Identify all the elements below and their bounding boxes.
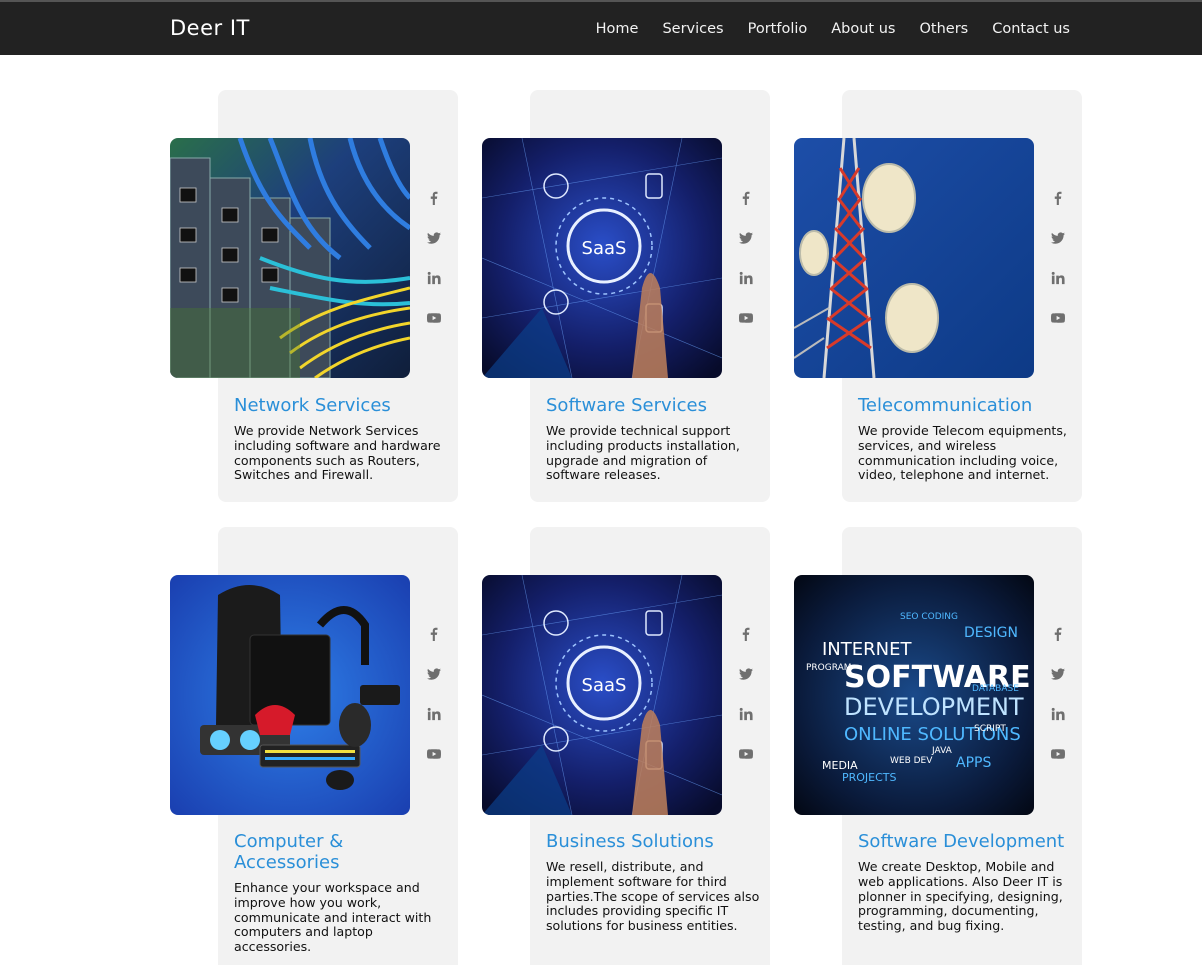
youtube-icon[interactable] bbox=[738, 746, 754, 762]
social-links bbox=[736, 626, 756, 786]
nav-others[interactable]: Others bbox=[919, 21, 968, 37]
nav-services[interactable]: Services bbox=[662, 21, 723, 37]
nav-contact-us[interactable]: Contact us bbox=[992, 21, 1070, 37]
twitter-icon[interactable] bbox=[738, 230, 754, 246]
card-title: Business Solutions bbox=[546, 831, 714, 852]
card-description: We provide Network Services including so… bbox=[234, 423, 441, 483]
facebook-icon[interactable] bbox=[738, 190, 754, 206]
social-links bbox=[1048, 626, 1068, 786]
twitter-icon[interactable] bbox=[426, 230, 442, 246]
card-description: We provide technical support including p… bbox=[546, 423, 740, 483]
linkedin-icon[interactable] bbox=[738, 270, 754, 286]
linkedin-icon[interactable] bbox=[426, 270, 442, 286]
nav-about-us[interactable]: About us bbox=[831, 21, 895, 37]
youtube-icon[interactable] bbox=[1050, 310, 1066, 326]
word-internet: INTERNET bbox=[822, 639, 912, 660]
card-title: Telecommunication bbox=[858, 395, 1033, 416]
card-title: Network Services bbox=[234, 395, 391, 416]
word-projects: PROJECTS bbox=[842, 771, 897, 784]
facebook-icon[interactable] bbox=[738, 626, 754, 642]
linkedin-icon[interactable] bbox=[1050, 706, 1066, 722]
word-database: DATABASE bbox=[972, 684, 1019, 694]
card-title: Software Development bbox=[858, 831, 1065, 852]
social-links bbox=[424, 190, 444, 350]
word-development: DEVELOPMENT bbox=[844, 693, 1024, 721]
youtube-icon[interactable] bbox=[426, 310, 442, 326]
card-description: We provide Telecom equipments, services,… bbox=[858, 423, 1067, 483]
software-services-image: SaaS bbox=[482, 138, 722, 378]
saas-label: SaaS bbox=[582, 675, 627, 696]
navbar: Deer IT Home Services Portfolio About us… bbox=[0, 0, 1202, 55]
word-design: DESIGN bbox=[964, 625, 1018, 641]
linkedin-icon[interactable] bbox=[426, 706, 442, 722]
youtube-icon[interactable] bbox=[1050, 746, 1066, 762]
word-apps: APPS bbox=[956, 755, 991, 771]
social-links bbox=[736, 190, 756, 350]
nav-menu: Home Services Portfolio About us Others … bbox=[596, 21, 1070, 37]
facebook-icon[interactable] bbox=[426, 190, 442, 206]
computer-accessories-image bbox=[170, 575, 410, 815]
nav-portfolio[interactable]: Portfolio bbox=[748, 21, 808, 37]
word-program: PROGRAM bbox=[806, 663, 852, 673]
word-script: SCRIPT bbox=[974, 724, 1006, 734]
business-solutions-image: SaaS bbox=[482, 575, 722, 815]
card-title: Software Services bbox=[546, 395, 707, 416]
card-description: Enhance your workspace and improve how y… bbox=[234, 880, 432, 955]
brand-logo[interactable]: Deer IT bbox=[170, 16, 250, 40]
telecommunication-image bbox=[794, 138, 1034, 378]
nav-home[interactable]: Home bbox=[596, 21, 639, 37]
word-java: JAVA bbox=[931, 746, 953, 756]
twitter-icon[interactable] bbox=[426, 666, 442, 682]
facebook-icon[interactable] bbox=[1050, 626, 1066, 642]
saas-label: SaaS bbox=[582, 238, 627, 259]
linkedin-icon[interactable] bbox=[1050, 270, 1066, 286]
facebook-icon[interactable] bbox=[426, 626, 442, 642]
card-description: We create Desktop, Mobile and web applic… bbox=[858, 859, 1063, 934]
software-development-image: SOFTWARE DEVELOPMENT INTERNET ONLINE SOL… bbox=[794, 575, 1034, 815]
facebook-icon[interactable] bbox=[1050, 190, 1066, 206]
social-links bbox=[424, 626, 444, 786]
card-title: Computer & Accessories bbox=[234, 831, 344, 873]
twitter-icon[interactable] bbox=[1050, 666, 1066, 682]
twitter-icon[interactable] bbox=[738, 666, 754, 682]
network-services-image bbox=[170, 138, 410, 378]
word-web-dev: WEB DEV bbox=[890, 756, 933, 766]
twitter-icon[interactable] bbox=[1050, 230, 1066, 246]
youtube-icon[interactable] bbox=[426, 746, 442, 762]
youtube-icon[interactable] bbox=[738, 310, 754, 326]
linkedin-icon[interactable] bbox=[738, 706, 754, 722]
social-links bbox=[1048, 190, 1068, 350]
card-description: We resell, distribute, and implement sof… bbox=[546, 859, 760, 934]
word-seo-coding: SEO CODING bbox=[900, 612, 958, 622]
